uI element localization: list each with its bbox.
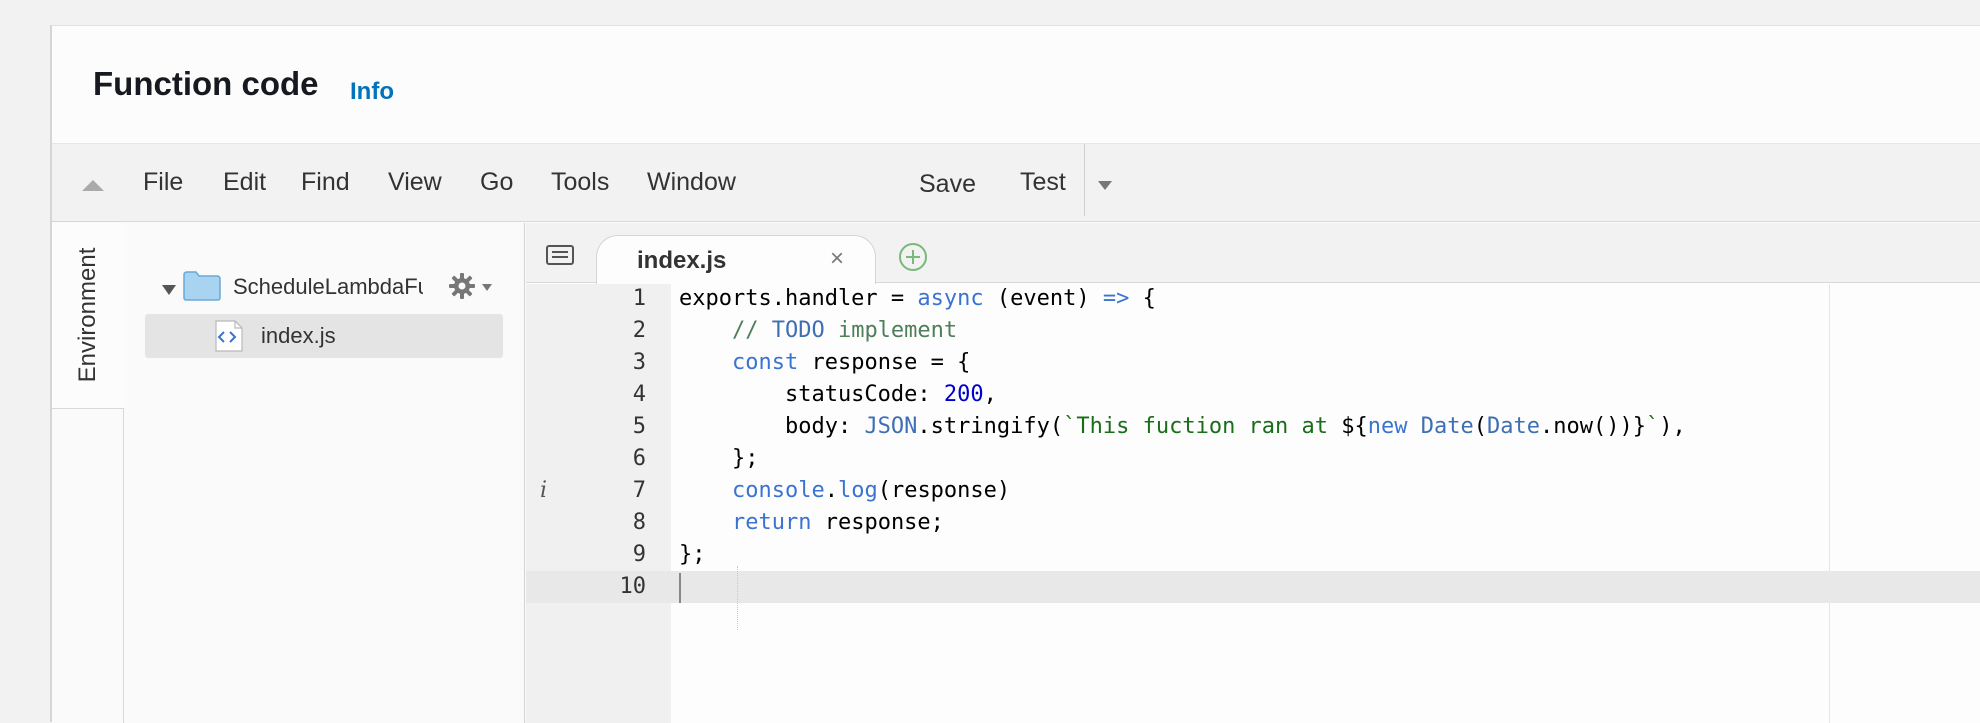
code-token: return	[731, 510, 812, 535]
code-token: `	[1645, 414, 1660, 439]
js-file-icon	[215, 320, 243, 352]
code-line[interactable]: };	[679, 542, 706, 567]
menu-file[interactable]: File	[143, 168, 183, 197]
code-line[interactable]: };	[679, 446, 759, 471]
code-token: implement	[824, 318, 958, 343]
code-token: ),	[1659, 414, 1686, 439]
code-line[interactable]: body: JSON.stringify(`This fuction ran a…	[679, 414, 1686, 439]
code-line[interactable]: exports.handler = async (event) => {	[679, 286, 1156, 311]
code-token: `This fuction ran at	[1063, 414, 1342, 439]
code-token: (event)	[983, 286, 1103, 311]
tab-list-icon[interactable]	[546, 245, 574, 265]
code-token: async	[917, 286, 984, 311]
code-token: 200	[943, 382, 984, 407]
code-token: ${	[1341, 414, 1368, 439]
page-title: Function code	[93, 65, 319, 102]
line-number: 10	[619, 574, 647, 599]
code-token: };	[679, 446, 759, 471]
code-token: =>	[1102, 286, 1130, 311]
code-token: console	[731, 478, 825, 503]
code-line[interactable]: return response;	[679, 510, 944, 535]
code-token: new	[1367, 414, 1408, 439]
environment-tab-label: Environment	[74, 247, 101, 383]
code-editor: index.js × 1 exports.handler = async (eve…	[526, 223, 1980, 723]
menu-window[interactable]: Window	[647, 168, 736, 197]
line-number: 6	[632, 446, 646, 471]
menu-find[interactable]: Find	[301, 168, 350, 197]
code-token: Date	[1420, 414, 1474, 439]
code-token: response = {	[798, 350, 971, 375]
folder-name[interactable]: ScheduleLambdaFunction	[233, 274, 423, 300]
menu-tools[interactable]: Tools	[551, 168, 609, 197]
code-token: Date	[1487, 414, 1540, 439]
line-number: 9	[632, 542, 646, 567]
code-token: response;	[811, 510, 944, 535]
line-number: 5	[632, 414, 646, 439]
code-token: statusCode:	[679, 382, 944, 407]
code-token: (response)	[877, 478, 1011, 503]
code-token: JSON	[864, 414, 918, 439]
save-button[interactable]: Save	[919, 170, 976, 199]
code-token: ,	[983, 382, 997, 407]
menu-go[interactable]: Go	[480, 168, 513, 197]
code-token: (	[1473, 414, 1488, 439]
line-number: 3	[632, 350, 646, 375]
line-number: 4	[632, 382, 646, 407]
tab-label: index.js	[637, 247, 727, 274]
editor-tab-bar: index.js ×	[526, 223, 1980, 284]
text-cursor	[679, 573, 681, 603]
collapse-up-icon[interactable]	[82, 180, 104, 191]
expand-triangle-icon[interactable]	[162, 285, 176, 295]
line-number: 8	[632, 510, 646, 535]
line-number: 2	[632, 318, 646, 343]
code-token: exports.handler =	[679, 286, 918, 311]
file-tree: ScheduleLambdaFunction index.js	[125, 223, 525, 723]
code-token: TODO	[771, 318, 825, 343]
code-token: //	[679, 318, 772, 343]
print-margin	[1829, 284, 1830, 723]
environment-rail: Environment	[52, 223, 124, 723]
tab-index-js[interactable]: index.js ×	[596, 235, 876, 284]
code-line[interactable]: console.log(response)	[679, 478, 1010, 503]
code-token: log	[837, 478, 878, 503]
code-token: .	[824, 478, 838, 503]
close-icon[interactable]: ×	[830, 245, 844, 273]
test-dropdown-chevron-icon[interactable]	[1098, 181, 1112, 190]
code-line[interactable]: statusCode: 200,	[679, 382, 997, 407]
info-link[interactable]: Info	[350, 78, 394, 106]
menu-edit[interactable]: Edit	[223, 168, 266, 197]
gear-icon[interactable]	[448, 272, 476, 300]
file-name: index.js	[261, 323, 336, 348]
file-tree-item-index-js[interactable]: index.js	[145, 314, 503, 358]
code-line[interactable]: const response = {	[679, 350, 970, 375]
function-code-panel: Function code Info File Edit Find View G…	[50, 25, 1980, 723]
code-token: .stringify(	[917, 414, 1064, 439]
active-line-highlight	[526, 571, 1980, 603]
panel-header: Function code Info	[52, 26, 1980, 143]
code-token: const	[731, 350, 799, 375]
menu-view[interactable]: View	[388, 168, 442, 197]
environment-tab[interactable]: Environment	[52, 223, 124, 409]
code-token: {	[1129, 286, 1156, 311]
code-token: body:	[679, 414, 865, 439]
add-tab-icon[interactable]	[898, 242, 928, 272]
indent-guide	[737, 566, 738, 630]
code-token: .now())}	[1540, 414, 1646, 439]
info-annotation-icon[interactable]: i	[540, 478, 547, 503]
code-line[interactable]: // TODO implement	[679, 318, 957, 343]
test-button[interactable]: Test	[1020, 168, 1066, 197]
ide-menubar: File Edit Find View Go Tools Window Save…	[52, 143, 1980, 222]
menu-divider	[1084, 144, 1085, 216]
line-number: 1	[632, 286, 646, 311]
folder-icon	[183, 271, 221, 301]
code-token: };	[679, 542, 706, 567]
gear-dropdown-chevron-icon[interactable]	[482, 284, 492, 291]
